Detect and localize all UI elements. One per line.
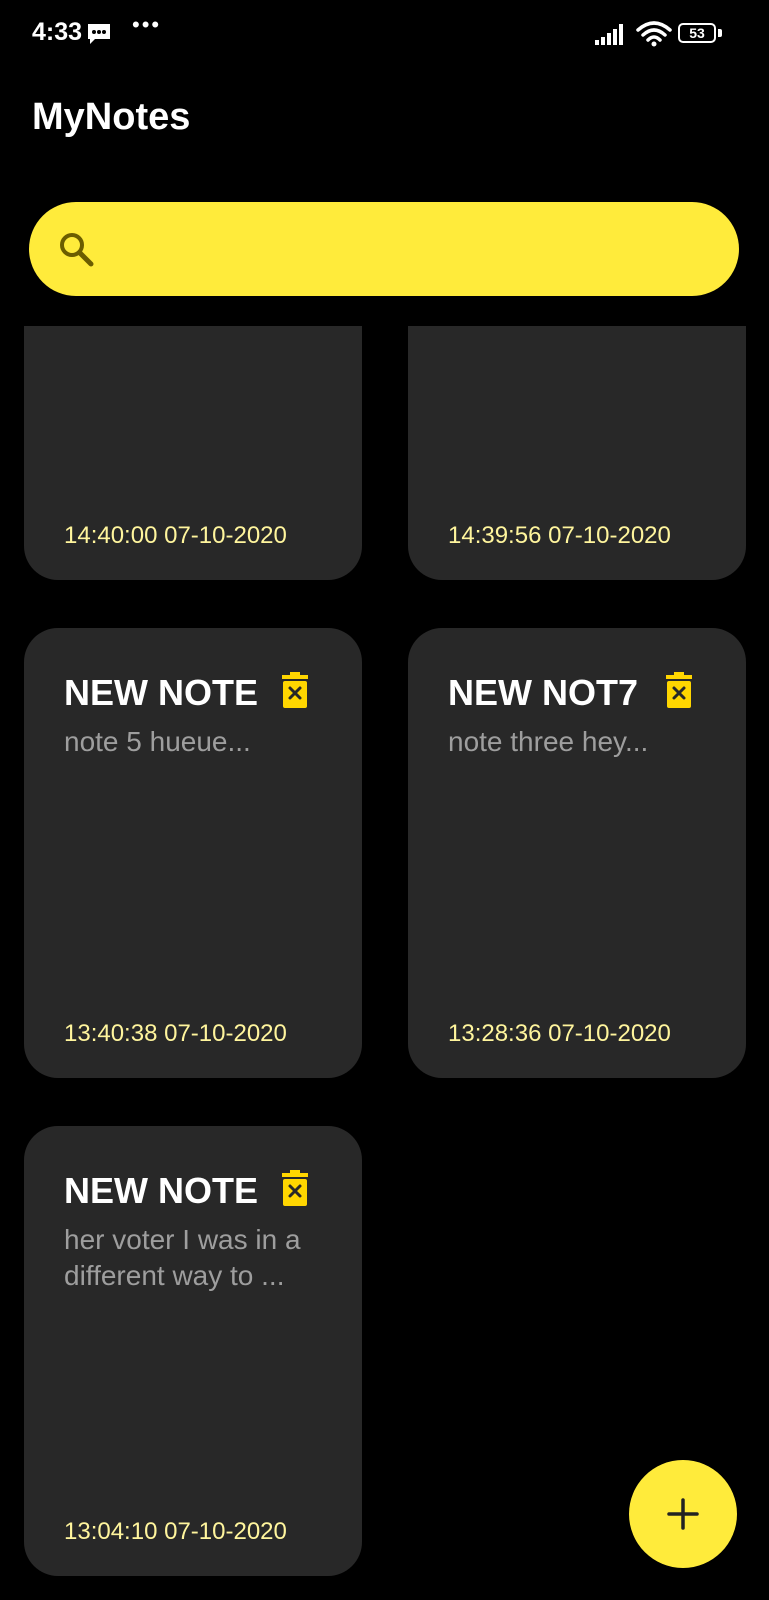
message-icon [88, 24, 110, 44]
note-card[interactable]: 14:39:56 07-10-2020 [408, 326, 746, 580]
note-preview: note three hey... [448, 726, 649, 757]
note-card[interactable]: NEW NOT7 note three hey... 13:28:36 07-1… [408, 628, 746, 1078]
note-timestamp: 14:39:56 07-10-2020 [448, 522, 671, 549]
search-bar[interactable] [29, 202, 739, 296]
note-card[interactable]: NEW NOTE her voter I was in a different … [24, 1126, 362, 1576]
app-title: MyNotes [32, 96, 191, 138]
note-title: NEW NOT7 [448, 672, 639, 713]
note-timestamp: 13:40:38 07-10-2020 [64, 1020, 287, 1047]
signal-icon [595, 24, 623, 45]
wifi-icon [636, 21, 672, 47]
battery-level: 53 [678, 23, 716, 43]
search-icon [60, 233, 94, 267]
note-title: NEW NOTE [64, 1170, 258, 1211]
delete-icon[interactable] [280, 1170, 310, 1206]
more-dots-icon: ••• [132, 12, 162, 37]
delete-icon[interactable] [280, 672, 310, 708]
note-preview: note 5 hueue... [64, 726, 251, 757]
note-title: NEW NOTE [64, 672, 258, 713]
note-card[interactable]: NEW NOTE note 5 hueue... 13:40:38 07-10-… [24, 628, 362, 1078]
battery-icon: 53 [678, 21, 726, 47]
delete-icon[interactable] [664, 672, 694, 708]
status-bar: 4:33 ••• 53 [0, 0, 769, 70]
note-timestamp: 13:04:10 07-10-2020 [64, 1518, 287, 1545]
add-note-button[interactable] [629, 1460, 737, 1568]
note-timestamp: 14:40:00 07-10-2020 [64, 522, 287, 549]
search-input[interactable] [113, 224, 717, 276]
status-time: 4:33 [32, 18, 83, 46]
note-card[interactable]: 14:40:00 07-10-2020 [24, 326, 362, 580]
note-timestamp: 13:28:36 07-10-2020 [448, 1020, 671, 1047]
note-preview: her voter I was in a different way to ..… [64, 1224, 301, 1291]
notes-list: 14:40:00 07-10-2020 14:39:56 07-10-2020 … [0, 326, 769, 1600]
plus-icon [667, 1498, 699, 1530]
battery-tip [718, 29, 722, 37]
